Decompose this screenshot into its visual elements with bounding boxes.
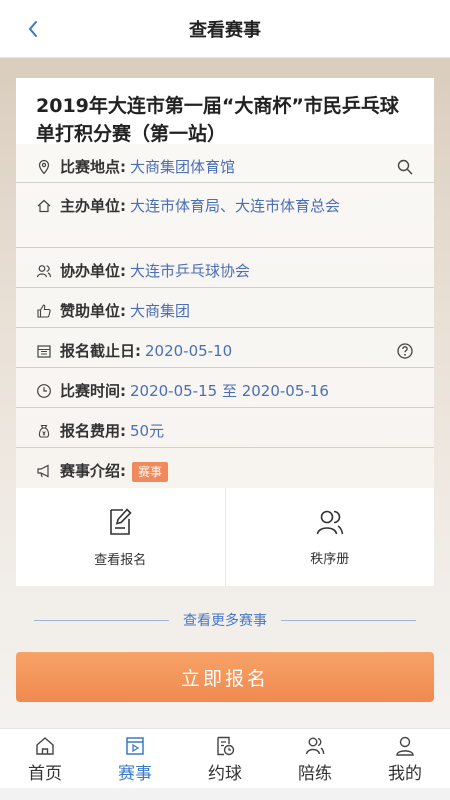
- deadline-label: 报名截止日:: [60, 342, 141, 360]
- intro-tag[interactable]: 赛事: [132, 462, 169, 482]
- match-time-label: 比赛时间:: [60, 382, 126, 400]
- order-book-label: 秩序册: [310, 551, 350, 567]
- clock-icon: [37, 384, 51, 398]
- chevron-left-icon: [28, 21, 37, 37]
- megaphone-icon: [37, 464, 49, 478]
- sponsor-value: 大商集团: [130, 302, 191, 320]
- view-signup-label: 查看报名: [94, 552, 147, 568]
- co-organizer-label: 协办单位:: [60, 262, 126, 280]
- users-icon: [36, 265, 52, 278]
- event-title-area: 2019年大连市第一届“大商杯”市民乒乓球单打积分赛（第一站）: [16, 78, 434, 148]
- tab-appointment[interactable]: 约球: [180, 729, 270, 788]
- appointment-icon: [217, 736, 235, 756]
- fee-value: 50元: [130, 422, 165, 440]
- home-outline-icon: [37, 199, 51, 213]
- edit-document-icon: [110, 507, 132, 535]
- divider-left: [34, 619, 169, 621]
- bottom-tab-bar: 首页 赛事 约球 陪练 我的: [0, 728, 450, 788]
- header-bar: 查看赛事: [0, 0, 450, 58]
- order-book-button[interactable]: 秩序册: [224, 488, 435, 586]
- venue-value[interactable]: 大商集团体育馆: [130, 156, 390, 179]
- tab-appointment-label: 约球: [208, 764, 242, 784]
- more-events-label: 查看更多赛事: [183, 613, 267, 629]
- intro-label: 赛事介绍:: [60, 462, 126, 480]
- tab-profile[interactable]: 我的: [360, 729, 450, 788]
- page-title: 查看赛事: [189, 19, 261, 41]
- row-deadline: 报名截止日: 2020-05-10: [16, 328, 434, 368]
- deadline-value: 2020-05-10: [145, 342, 233, 360]
- thumbs-up-icon: [37, 304, 51, 318]
- tab-events-label: 赛事: [118, 764, 152, 784]
- host-value: 大连市体育局、大连市体育总会: [130, 197, 341, 215]
- bottom-strip: [0, 788, 450, 800]
- tab-coach[interactable]: 陪练: [270, 729, 360, 788]
- people-icon: [316, 510, 344, 534]
- tab-home[interactable]: 首页: [0, 729, 90, 788]
- help-icon[interactable]: [396, 342, 414, 360]
- money-bag-icon: [38, 424, 50, 438]
- card-actions: 查看报名 秩序册: [16, 488, 434, 586]
- search-icon[interactable]: [396, 158, 414, 176]
- tab-coach-label: 陪练: [298, 764, 332, 784]
- event-title: 2019年大连市第一届“大商杯”市民乒乓球单打积分赛（第一站）: [36, 95, 399, 145]
- row-fee: 报名费用: 50元: [16, 408, 434, 448]
- event-card: 2019年大连市第一届“大商杯”市民乒乓球单打积分赛（第一站） 比赛地点: 大商…: [16, 78, 434, 586]
- sponsor-label: 赞助单位:: [60, 302, 126, 320]
- row-host: 主办单位: 大连市体育局、大连市体育总会: [16, 183, 434, 248]
- signup-button[interactable]: 立即报名: [16, 652, 434, 702]
- venue-label: 比赛地点:: [60, 158, 126, 176]
- row-sponsor: 赞助单位: 大商集团: [16, 288, 434, 328]
- tab-home-label: 首页: [28, 764, 62, 784]
- calendar-icon: [37, 345, 51, 358]
- event-icon: [126, 737, 144, 755]
- view-signup-button[interactable]: 查看报名: [16, 488, 225, 586]
- fee-label: 报名费用:: [60, 422, 126, 440]
- row-intro: 赛事介绍: 赛事: [16, 448, 434, 488]
- match-time-value: 2020-05-15 至 2020-05-16: [130, 382, 329, 400]
- co-organizer-value: 大连市乒乓球协会: [130, 262, 251, 280]
- tab-events[interactable]: 赛事: [90, 729, 180, 788]
- coach-icon: [305, 737, 325, 755]
- row-match-time: 比赛时间: 2020-05-15 至 2020-05-16: [16, 368, 434, 408]
- location-pin-icon: [38, 159, 50, 175]
- row-venue: 比赛地点: 大商集团体育馆: [16, 144, 434, 183]
- profile-icon: [396, 736, 414, 756]
- back-button[interactable]: [18, 14, 48, 44]
- tab-profile-label: 我的: [388, 764, 422, 784]
- home-icon: [36, 737, 54, 755]
- row-co-organizer: 协办单位: 大连市乒乓球协会: [16, 248, 434, 288]
- host-label: 主办单位:: [60, 197, 126, 215]
- more-events-link[interactable]: 查看更多赛事: [34, 608, 416, 632]
- divider-right: [281, 619, 416, 621]
